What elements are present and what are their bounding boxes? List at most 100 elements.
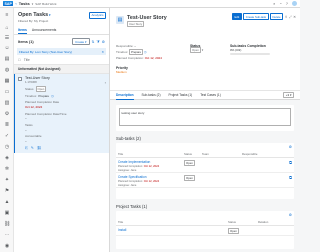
subtask-date: Oct 12, 2024 (143, 179, 160, 183)
home-icon[interactable]: ⌂ (4, 25, 10, 31)
subtasks-settings-icon[interactable]: ⚙ (116, 143, 294, 150)
folder-icon[interactable]: ▤ (4, 56, 10, 62)
col-team: Team (202, 151, 209, 156)
document-icon[interactable]: ▭ (4, 89, 10, 95)
table-row[interactable]: Create Specification Planned Completion:… (116, 173, 294, 188)
table-row[interactable]: Install Open (116, 226, 294, 236)
open-detail-icon[interactable]: ⧉ (289, 160, 292, 165)
list-item[interactable]: Test-User Story 1.170368 › Status Open Ti… (14, 74, 109, 153)
tab-items[interactable]: Items (18, 28, 27, 35)
chart-icon[interactable]: ▥ (4, 100, 10, 106)
shell-bar: SAP ‹ Tasks ▾ SAP Build Work ⌕ ◔ ? (0, 0, 300, 8)
timebox-value: Prepare (129, 49, 144, 55)
col-title: Title (118, 219, 124, 224)
avatar[interactable] (292, 1, 297, 6)
group-header[interactable]: Unformatted (Not Assigned) (14, 65, 109, 75)
user-icon[interactable]: ◉ (4, 243, 10, 249)
list-item-id: 1.170368 (25, 79, 37, 84)
comment-icon[interactable]: ✎ (31, 146, 34, 150)
tab-description[interactable]: Description (116, 90, 134, 100)
status-badge: Open (184, 175, 195, 181)
open-detail-icon[interactable]: ⧉ (289, 175, 292, 180)
responsible-value: – (134, 44, 136, 48)
gear-icon[interactable]: ✲ (4, 166, 10, 172)
edit-button[interactable]: Edit (231, 13, 242, 20)
subtask-name[interactable]: Create Specification (118, 175, 292, 179)
object-type-badge: User Story (127, 21, 145, 27)
tab-project-tasks[interactable]: Project Tasks (1) (169, 90, 193, 100)
chevron-right-icon: › (104, 80, 106, 86)
task-icon[interactable]: ☰ (4, 35, 10, 41)
back-arrow-icon[interactable]: ‹ (15, 1, 16, 6)
project-tasks-section-title: Project Tasks (1) (116, 204, 148, 209)
list-title[interactable]: Open Tasks ▾ (18, 12, 51, 18)
grid-icon[interactable]: ▣ (4, 210, 10, 216)
tasks-value: – (25, 127, 27, 132)
col-responsible: Responsible (242, 151, 258, 156)
sort-icon[interactable]: ⇅ (92, 40, 95, 44)
shell-title[interactable]: Tasks (19, 1, 30, 6)
subtasks-completion-field: Sub-tasks Completion 0% (0/2) (230, 44, 270, 55)
fullscreen-icon[interactable]: ⤢ (289, 15, 292, 19)
link-icon[interactable]: ⛓ (4, 221, 10, 227)
status-badge[interactable]: Open (190, 47, 201, 53)
priority-field: Priority Medium (116, 66, 128, 74)
filter-icon[interactable]: ⧩ (97, 40, 100, 44)
link-icon[interactable]: ⛓ (37, 146, 42, 150)
col-title: Title (118, 151, 124, 156)
project-task-name[interactable]: Install (118, 228, 292, 232)
sap-logo[interactable]: SAP (3, 0, 14, 7)
subtask-name[interactable]: Create Implementation (118, 160, 292, 164)
flag-icon[interactable]: ⚑ (4, 188, 10, 194)
col-relation: Relation (258, 219, 269, 224)
calendar-icon[interactable]: ▦ (4, 78, 10, 84)
description-section: testing user story (116, 105, 294, 131)
bell-icon[interactable]: ◔ (279, 1, 281, 6)
status-field: Status Open ▾ (190, 44, 204, 53)
more-tabs-button[interactable]: +3 ▾ (283, 92, 294, 98)
tab-test-cases[interactable]: Test Cases (1) (200, 90, 221, 100)
close-icon[interactable]: ✕ (293, 15, 296, 19)
create-subtask-button[interactable]: Create Sub-task (243, 13, 269, 20)
timebox-label: Timebox (25, 93, 37, 98)
completion-field: Planned Completion: Oct 12, 2024 (116, 56, 162, 60)
dots-icon[interactable]: ⋯ (4, 232, 10, 238)
completion-value: Oct 12, 2024 (144, 56, 162, 60)
list-icon[interactable]: ≣ (4, 122, 10, 128)
object-subtitle: User Story (127, 21, 145, 27)
settings-icon[interactable]: ⚙ (102, 40, 105, 44)
row-checkbox[interactable] (18, 77, 22, 81)
settings-icon[interactable]: ⚙ (4, 111, 10, 117)
people-icon[interactable]: ☺ (4, 45, 10, 51)
shell-app-name: SAP Build Work (35, 1, 57, 6)
priority-value: Medium (116, 70, 127, 74)
table-row[interactable]: Create Implementation Planned Completion… (116, 158, 294, 173)
subtask-assignee: Assignee: Jane (118, 168, 137, 172)
timebox-icon[interactable]: ◷ (144, 50, 147, 54)
share-icon[interactable]: ⇪ (285, 15, 288, 19)
select-all-checkbox[interactable]: ☐ (18, 58, 21, 62)
status-badge: Open (35, 85, 47, 92)
chevron-down-icon[interactable]: ▾ (202, 48, 204, 52)
bookmark-icon[interactable]: ◈ (4, 155, 10, 161)
analytics-button[interactable]: Analytics (88, 12, 106, 19)
clock-icon[interactable]: ◷ (4, 144, 10, 150)
delete-button[interactable]: Delete (270, 13, 284, 20)
star-icon[interactable]: ✦ (4, 177, 10, 183)
attachment-icon[interactable]: ⎘ (25, 146, 28, 150)
tab-subtasks[interactable]: Sub-tasks (2) (142, 90, 161, 100)
project-settings-icon[interactable]: ⚙ (116, 211, 294, 218)
warning-icon[interactable]: ▲ (4, 199, 10, 205)
globe-icon[interactable]: ◍ (4, 67, 10, 73)
menu-icon[interactable]: ≡ (4, 12, 10, 18)
search-icon[interactable]: ⌕ (273, 1, 275, 6)
chevron-down-icon[interactable]: ▾ (32, 2, 34, 6)
create-button[interactable]: Create ▾ (72, 38, 90, 46)
close-icon[interactable]: ✕ (101, 50, 104, 54)
description-textarea[interactable]: testing user story (119, 108, 291, 126)
check-icon[interactable]: ✓ (4, 133, 10, 139)
tab-announcements[interactable]: Announcements (32, 28, 57, 35)
project-tasks-table: ⚙ Title Status Relation Install Open (116, 211, 294, 249)
subtask-meta-label: Planned Completion: (118, 164, 143, 168)
help-icon[interactable]: ? (286, 1, 288, 6)
